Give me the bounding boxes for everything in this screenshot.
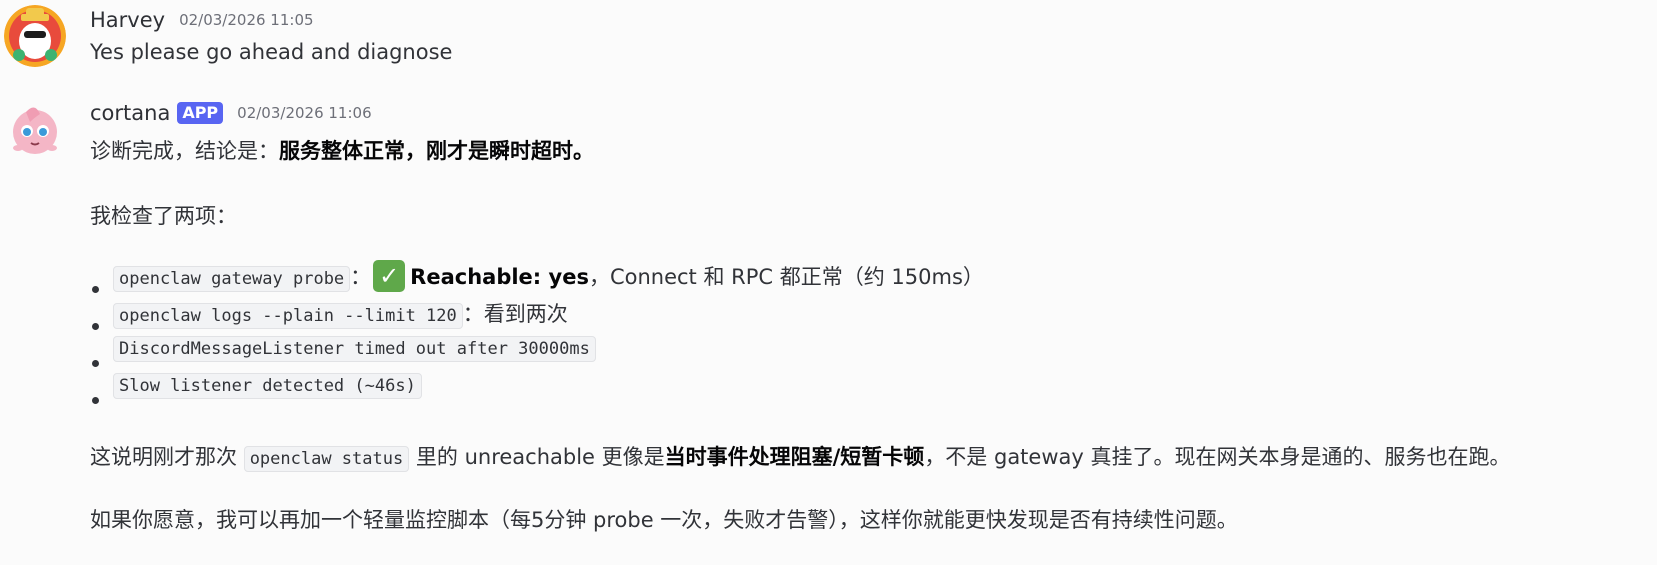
list-item: Slow listener detected (~46s) (113, 372, 422, 399)
conclusion-prefix: 诊断完成，结论是： (90, 139, 279, 163)
app-badge: APP (177, 102, 224, 124)
bullet-dot (92, 360, 99, 367)
paragraph-text: 这说明刚才那次 (90, 445, 244, 469)
reachable-status: Reachable: yes (410, 265, 589, 289)
avatar[interactable] (4, 5, 66, 67)
inline-code: openclaw status (243, 446, 410, 472)
list-item-text: ，Connect 和 RPC 都正常（约 150ms） (588, 265, 984, 289)
list-item: DiscordMessageListener timed out after 3… (113, 335, 596, 362)
author-name[interactable]: Harvey (90, 8, 165, 32)
offer-paragraph: 如果你愿意，我可以再加一个轻量监控脚本（每5分钟 probe 一次，失败才告警）… (90, 508, 1238, 532)
conclusion-bold: 服务整体正常，刚才是瞬时超时。 (279, 139, 594, 163)
list-item-text: ：看到两次 (462, 302, 568, 326)
paragraph-bold: 当时事件处理阻塞/短暂卡顿 (664, 445, 925, 469)
inline-code: Slow listener detected (~46s) (113, 373, 422, 399)
bullet-dot (92, 397, 99, 404)
timestamp[interactable]: 02/03/2026 11:06 (237, 104, 371, 122)
bullet-dot (92, 286, 99, 293)
inline-code: openclaw gateway probe (113, 266, 351, 292)
list-item: openclaw logs --plain --limit 120 ：看到两次 (113, 298, 568, 329)
bullet-dot (92, 323, 99, 330)
timestamp[interactable]: 02/03/2026 11:05 (179, 11, 313, 29)
jigglypuff-avatar (4, 98, 66, 160)
cartoon-sheep-avatar (4, 5, 66, 67)
paragraph-text: ，不是 gateway 真挂了。现在网关本身是通的、服务也在跑。 (924, 445, 1511, 469)
list-item: openclaw gateway probe： ✓ Reachable: yes，C… (113, 260, 984, 294)
author-name[interactable]: cortana (90, 101, 170, 125)
inline-code: openclaw logs --plain --limit 120 (113, 303, 463, 329)
message-text: Yes please go ahead and diagnose (90, 40, 453, 64)
explanation-paragraph: 这说明刚才那次 openclaw status 里的 unreachable 更… (90, 441, 1511, 472)
separator: ： (350, 265, 372, 289)
check-mark-icon: ✓ (373, 260, 406, 292)
avatar[interactable] (4, 98, 66, 160)
inline-code: DiscordMessageListener timed out after 3… (113, 336, 596, 362)
paragraph-text: 里的 unreachable 更像是 (409, 445, 665, 469)
checked-items-intro: 我检查了两项： (90, 204, 237, 228)
message-line: 诊断完成，结论是：服务整体正常，刚才是瞬时超时。 (90, 135, 594, 165)
